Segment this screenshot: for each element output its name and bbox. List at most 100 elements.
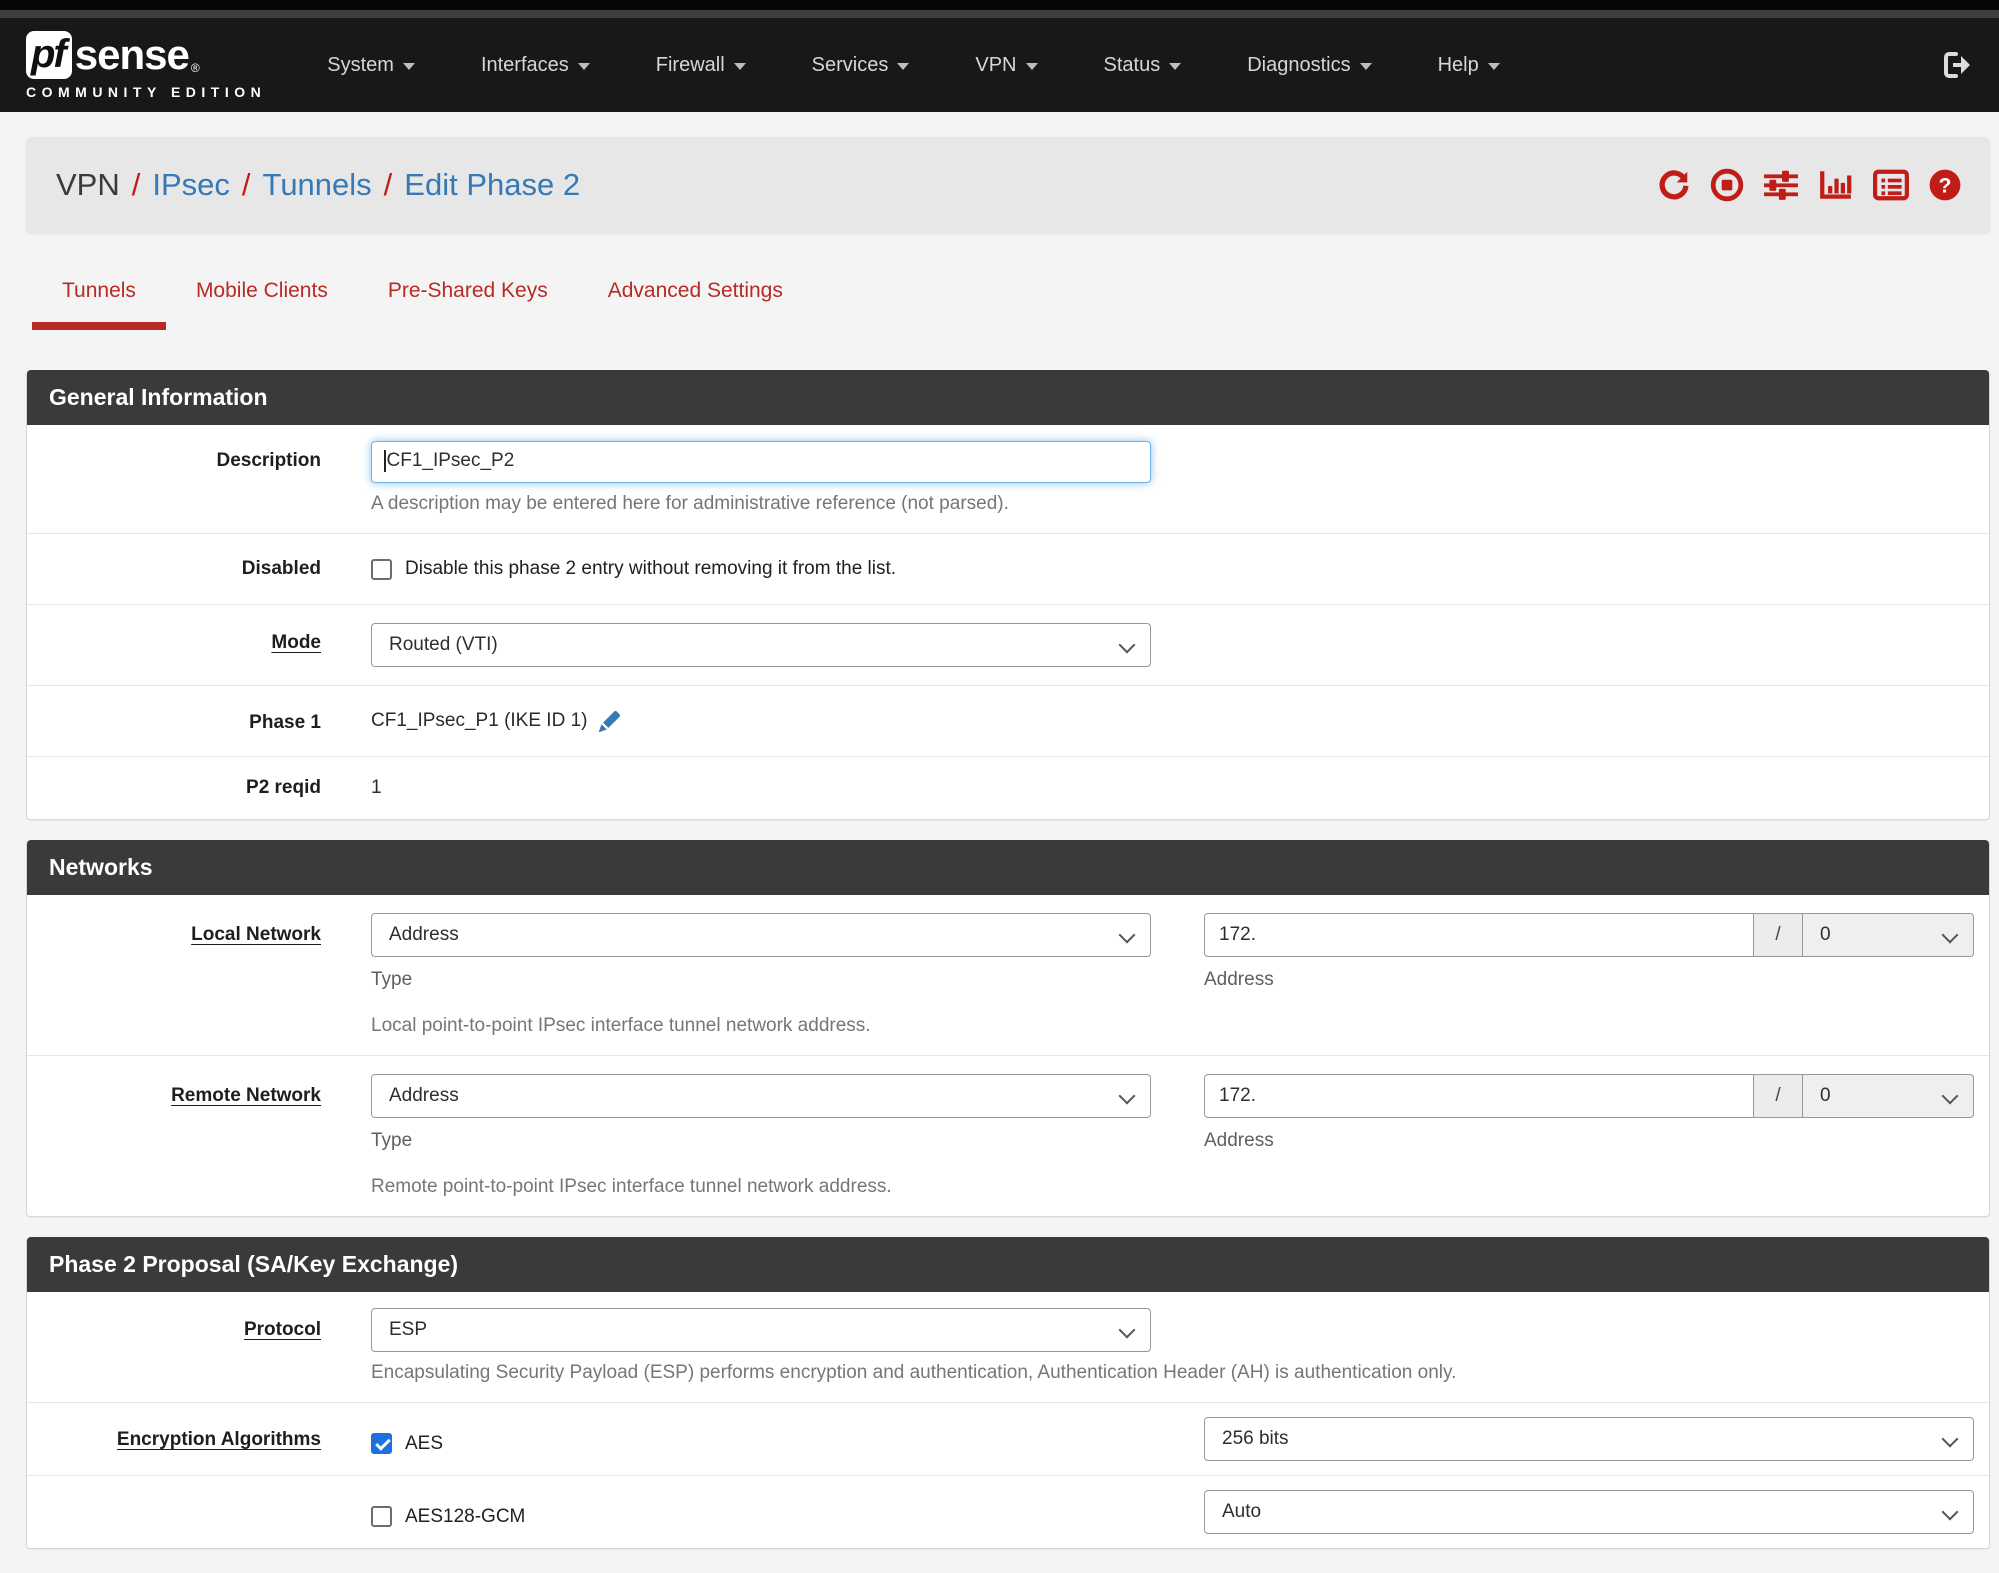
slash-addon: / xyxy=(1754,1074,1803,1118)
menu-item-status[interactable]: Status xyxy=(1071,54,1215,77)
remote-address-caption: Address xyxy=(1204,1130,1274,1151)
local-network-row: Local Network Address / 0 Type xyxy=(27,895,1989,1055)
disabled-row: Disabled Disable this phase 2 entry with… xyxy=(27,533,1989,604)
menu-item-firewall[interactable]: Firewall xyxy=(623,54,779,77)
description-row: Description CF1_IPsec_P2 A description m… xyxy=(27,425,1989,533)
tab-mobile-clients[interactable]: Mobile Clients xyxy=(166,279,358,330)
phase2-proposal-panel: Phase 2 Proposal (SA/Key Exchange) Proto… xyxy=(26,1237,1990,1549)
mode-row: Mode Routed (VTI) xyxy=(27,604,1989,685)
p2reqid-row: P2 reqid 1 xyxy=(27,756,1989,819)
logo-registered-mark: ® xyxy=(190,60,200,75)
remote-network-help: Remote point-to-point IPsec interface tu… xyxy=(371,1176,892,1197)
mode-select[interactable]: Routed (VTI) xyxy=(371,623,1151,667)
mode-label: Mode xyxy=(271,632,321,653)
chevron-down-icon xyxy=(1487,63,1500,70)
stop-circle-icon[interactable] xyxy=(1710,168,1744,202)
local-type-caption: Type xyxy=(371,969,413,990)
aes-keylen-select[interactable]: 256 bits xyxy=(1204,1417,1974,1461)
encryption-row-aes: Encryption Algorithms AES 256 bits xyxy=(27,1402,1989,1475)
svg-text:?: ? xyxy=(1939,173,1952,197)
menu-item-vpn[interactable]: VPN xyxy=(942,54,1070,77)
menu-item-diagnostics[interactable]: Diagnostics xyxy=(1214,54,1404,77)
protocol-help: Encapsulating Security Payload (ESP) per… xyxy=(371,1362,1457,1383)
breadcrumb-link-edit-phase2[interactable]: Edit Phase 2 xyxy=(404,167,580,203)
window-title-strip xyxy=(0,10,1999,18)
disabled-checkbox[interactable] xyxy=(371,558,392,580)
local-address-caption: Address xyxy=(1204,969,1274,990)
chevron-down-icon xyxy=(1169,63,1182,70)
pencil-icon[interactable] xyxy=(597,708,623,734)
refresh-icon[interactable] xyxy=(1657,168,1691,202)
menu-item-system[interactable]: System xyxy=(294,54,448,77)
menu-item-help[interactable]: Help xyxy=(1405,54,1533,77)
chevron-down-icon xyxy=(1025,63,1038,70)
disabled-checkbox-label: Disable this phase 2 entry without remov… xyxy=(405,558,897,579)
main-menu: System Interfaces Firewall Services VPN … xyxy=(294,54,1532,77)
phase1-label: Phase 1 xyxy=(249,712,321,733)
help-circle-icon[interactable]: ? xyxy=(1928,168,1962,202)
pfsense-logo[interactable]: pf sense ® COMMUNITY EDITION xyxy=(26,30,267,100)
log-list-icon[interactable] xyxy=(1873,168,1909,202)
panel-header-proposal: Phase 2 Proposal (SA/Key Exchange) xyxy=(27,1237,1989,1292)
encryption-algorithms-label: Encryption Algorithms xyxy=(116,1429,321,1450)
chart-bar-icon[interactable] xyxy=(1818,168,1854,202)
panel-header-networks: Networks xyxy=(27,840,1989,895)
remote-network-label: Remote Network xyxy=(171,1085,321,1106)
chevron-down-icon xyxy=(577,63,590,70)
chevron-down-icon xyxy=(897,63,910,70)
chevron-down-icon xyxy=(402,63,415,70)
local-network-label: Local Network xyxy=(191,924,321,945)
menu-item-services[interactable]: Services xyxy=(779,54,943,77)
sign-out-icon[interactable] xyxy=(1941,49,1973,81)
general-information-panel: General Information Description CF1_IPse… xyxy=(26,370,1990,820)
remote-network-type-select[interactable]: Address xyxy=(371,1074,1151,1118)
description-help: A description may be entered here for ad… xyxy=(371,493,1009,514)
breadcrumb-link-ipsec[interactable]: IPsec xyxy=(152,167,230,203)
slash-addon: / xyxy=(1754,913,1803,957)
tab-pre-shared-keys[interactable]: Pre-Shared Keys xyxy=(358,279,578,330)
breadcrumb-root: VPN xyxy=(56,167,120,202)
remote-network-address-input[interactable] xyxy=(1204,1074,1754,1118)
local-network-type-select[interactable]: Address xyxy=(371,913,1151,957)
disabled-label: Disabled xyxy=(241,558,321,579)
sliders-icon[interactable] xyxy=(1763,168,1799,202)
remote-type-caption: Type xyxy=(371,1130,413,1151)
local-network-address-input[interactable] xyxy=(1204,913,1754,957)
p2reqid-label: P2 reqid xyxy=(246,777,321,798)
p2reqid-value: 1 xyxy=(371,777,382,798)
breadcrumb-bar: VPN / IPsec / Tunnels / Edit Phase 2 ? xyxy=(26,137,1990,233)
pfsense-edit-phase2-page: pf sense ® COMMUNITY EDITION System Inte… xyxy=(0,0,1999,1573)
logo-sense-text: sense xyxy=(74,30,190,78)
panel-header-general: General Information xyxy=(27,370,1989,425)
window-top-strip xyxy=(0,0,1999,10)
menu-item-interfaces[interactable]: Interfaces xyxy=(448,54,623,77)
phase1-value: CF1_IPsec_P1 (IKE ID 1) xyxy=(371,710,588,731)
description-input[interactable] xyxy=(371,441,1151,483)
chevron-down-icon xyxy=(1359,63,1372,70)
logo-subtitle: COMMUNITY EDITION xyxy=(26,83,267,100)
protocol-row: Protocol ESP Encapsulating Security Payl… xyxy=(27,1292,1989,1402)
page-action-icons: ? xyxy=(1657,168,1962,202)
remote-network-prefix-select[interactable]: 0 xyxy=(1803,1074,1974,1118)
breadcrumb-link-tunnels[interactable]: Tunnels xyxy=(263,167,372,203)
encryption-row-aes128gcm: AES128-GCM Auto xyxy=(27,1475,1989,1548)
aes128gcm-keylen-select[interactable]: Auto xyxy=(1204,1490,1974,1534)
aes128gcm-checkbox[interactable] xyxy=(371,1506,392,1527)
local-network-prefix-select[interactable]: 0 xyxy=(1803,913,1974,957)
chevron-down-icon xyxy=(733,63,746,70)
protocol-label: Protocol xyxy=(243,1319,321,1340)
logo-pf-box: pf xyxy=(26,30,72,79)
phase1-row: Phase 1 CF1_IPsec_P1 (IKE ID 1) xyxy=(27,685,1989,756)
description-label: Description xyxy=(216,450,321,471)
breadcrumb: VPN / IPsec / Tunnels / Edit Phase 2 xyxy=(56,167,581,203)
local-network-help: Local point-to-point IPsec interface tun… xyxy=(371,1015,871,1036)
aes-checkbox[interactable] xyxy=(371,1433,392,1454)
top-navbar: pf sense ® COMMUNITY EDITION System Inte… xyxy=(0,18,1999,112)
networks-panel: Networks Local Network Address / 0 xyxy=(26,840,1990,1217)
tab-advanced-settings[interactable]: Advanced Settings xyxy=(578,279,813,330)
protocol-select[interactable]: ESP xyxy=(371,1308,1151,1352)
aes128gcm-label: AES128-GCM xyxy=(405,1505,526,1527)
tab-tunnels[interactable]: Tunnels xyxy=(32,279,166,330)
section-tabs: Tunnels Mobile Clients Pre-Shared Keys A… xyxy=(32,279,1999,330)
remote-network-row: Remote Network Address / 0 Type xyxy=(27,1055,1989,1216)
